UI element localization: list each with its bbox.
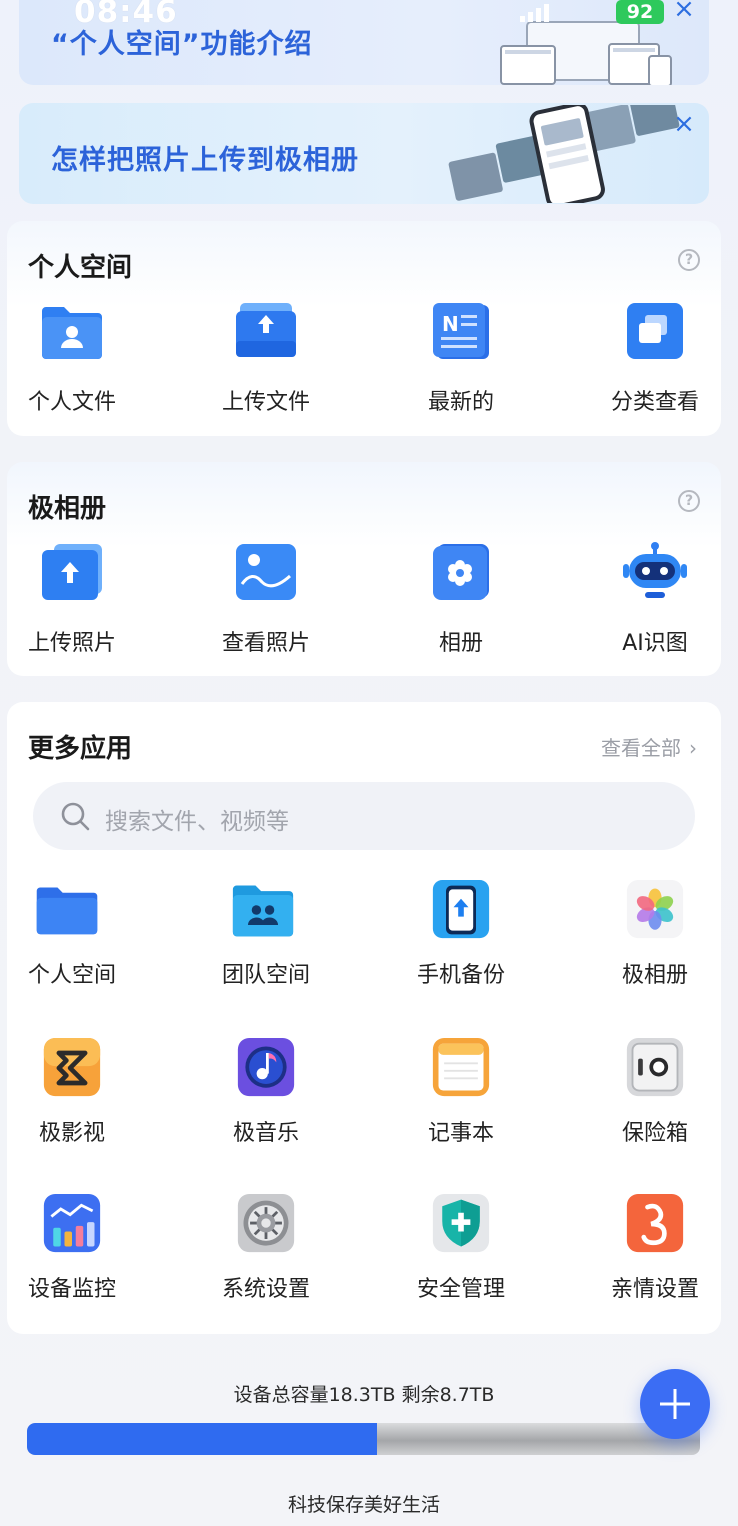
albums-button[interactable]: 相册 [391, 542, 531, 662]
app-safe-label: 保险箱 [621, 1121, 688, 1146]
view-photos-label: 查看照片 [221, 631, 310, 656]
app-security-label: 安全管理 [416, 1277, 505, 1302]
view-all-label: 查看全部 [601, 736, 681, 760]
upload-guide-title: 怎样把照片上传到极相册 [51, 145, 359, 176]
storage-progress-bar [27, 1423, 700, 1455]
personal-files-button[interactable]: 个人文件 [7, 301, 142, 421]
ai-recognition-label: AI识图 [622, 631, 688, 656]
search-input[interactable]: 搜索文件、视频等 [33, 782, 695, 850]
app-device-monitor[interactable]: 设备监控 [7, 1194, 142, 1314]
more-apps-card: 更多应用 查看全部 › 搜索文件、视频等 个人空间 团队空间 手机备份 极相册 … [7, 702, 721, 1334]
safe-icon [626, 1038, 684, 1097]
signal-icon [520, 4, 549, 22]
app-video[interactable]: 极影视 [7, 1038, 142, 1158]
battery-indicator: 92 [616, 0, 664, 24]
recent-button[interactable]: N 最新的 [391, 301, 531, 421]
picture-icon [236, 544, 296, 600]
upload-guide-banner[interactable]: 怎样把照片上传到极相册 × [19, 103, 709, 204]
app-security[interactable]: 安全管理 [391, 1194, 531, 1314]
upload-files-button[interactable]: 上传文件 [196, 301, 336, 421]
app-video-label: 极影视 [38, 1121, 105, 1146]
upload-guide-close-icon[interactable]: × [671, 111, 697, 139]
shield-icon [432, 1194, 490, 1253]
app-notepad[interactable]: 记事本 [391, 1038, 531, 1158]
view-photos-button[interactable]: 查看照片 [196, 542, 336, 662]
status-time: 08:46 [74, 0, 178, 30]
app-family[interactable]: 亲情设置 [585, 1194, 721, 1314]
chevron-right-icon: › [689, 736, 697, 760]
video-icon [43, 1038, 101, 1097]
personal-files-label: 个人文件 [27, 390, 116, 415]
view-all-link[interactable]: 查看全部 › [601, 732, 697, 761]
app-phone-backup[interactable]: 手机备份 [391, 880, 531, 1000]
flower-album-icon [433, 544, 489, 600]
app-photos[interactable]: 极相册 [585, 880, 721, 1000]
app-personal-space-label: 个人空间 [27, 963, 116, 988]
recent-label: 最新的 [427, 390, 494, 415]
search-placeholder: 搜索文件、视频等 [105, 809, 289, 835]
personal-space-title: 个人空间 [28, 253, 133, 283]
album-title: 极相册 [28, 494, 107, 524]
notepad-icon [432, 1038, 490, 1097]
settings-gear-icon [237, 1194, 295, 1253]
app-safe[interactable]: 保险箱 [585, 1038, 721, 1158]
slogan: 科技保存美好生活 [287, 1494, 440, 1516]
app-photos-label: 极相册 [621, 963, 688, 988]
photos-flower-icon [626, 880, 684, 939]
albums-label: 相册 [438, 631, 483, 656]
app-phone-backup-label: 手机备份 [416, 963, 505, 988]
folder-person-icon [42, 307, 102, 359]
app-device-monitor-label: 设备监控 [27, 1277, 116, 1302]
app-family-label: 亲情设置 [610, 1277, 699, 1302]
chart-monitor-icon [43, 1194, 101, 1253]
add-button[interactable] [640, 1369, 710, 1439]
robot-icon [623, 542, 687, 598]
plus-icon [660, 1389, 690, 1419]
phone-photos-illustration-icon [448, 105, 680, 203]
upload-files-label: 上传文件 [221, 390, 310, 415]
svg-text:N: N [442, 312, 459, 336]
upload-photo-icon [42, 544, 102, 600]
search-icon [61, 802, 90, 831]
help-icon[interactable]: ? [678, 490, 700, 512]
team-folder-icon [232, 885, 294, 937]
app-personal-space[interactable]: 个人空间 [7, 880, 142, 1000]
more-apps-title: 更多应用 [28, 734, 133, 764]
app-team-space[interactable]: 团队空间 [196, 880, 336, 1000]
storage-progress-fill [27, 1423, 377, 1455]
app-system-settings-label: 系统设置 [221, 1277, 310, 1302]
blue-folder-icon [36, 887, 98, 935]
categories-label: 分类查看 [610, 390, 699, 415]
upload-tray-icon [236, 303, 296, 357]
storage-summary: 设备总容量18.3TB 剩余8.7TB [233, 1384, 495, 1406]
app-team-space-label: 团队空间 [221, 963, 310, 988]
categories-button[interactable]: 分类查看 [585, 301, 721, 421]
phone-backup-icon [432, 880, 490, 939]
upload-photos-label: 上传照片 [27, 631, 116, 656]
app-system-settings[interactable]: 系统设置 [196, 1194, 336, 1314]
notes-icon: N [433, 303, 489, 359]
app-notepad-label: 记事本 [427, 1121, 494, 1146]
status-bar: 08:46 92 [0, 0, 738, 30]
music-icon [237, 1038, 295, 1097]
stack-icon [627, 303, 683, 359]
app-music-label: 极音乐 [232, 1121, 299, 1146]
ai-recognition-button[interactable]: AI识图 [585, 542, 721, 662]
help-icon[interactable]: ? [678, 249, 700, 271]
family-icon [626, 1194, 684, 1253]
app-music[interactable]: 极音乐 [196, 1038, 336, 1158]
personal-space-card: 个人空间 ? 个人文件 上传文件 N 最新的 分类查看 [7, 221, 721, 436]
upload-photos-button[interactable]: 上传照片 [7, 542, 142, 662]
album-card: 极相册 ? 上传照片 查看照片 相册 AI识图 [7, 462, 721, 676]
